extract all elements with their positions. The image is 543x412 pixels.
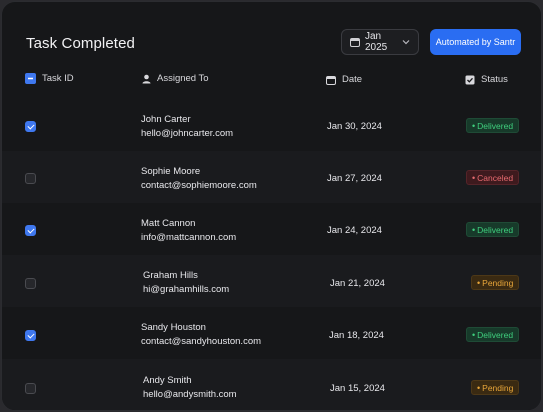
status-badge-label: Canceled: [477, 172, 514, 183]
task-table-card: Task Completed Jan 2025 Automated by San…: [1, 1, 542, 411]
column-date[interactable]: Date: [326, 74, 362, 85]
row-checkbox[interactable]: [25, 278, 36, 289]
column-task-id-label: Task ID: [42, 73, 74, 84]
assignee-name: Graham Hills: [143, 270, 198, 281]
month-select[interactable]: Jan 2025: [341, 29, 419, 55]
table-row[interactable]: Matt Cannon info@mattcannon.com Jan 24, …: [2, 203, 541, 255]
task-date: Jan 15, 2024: [330, 383, 385, 394]
task-date: Jan 18, 2024: [329, 330, 384, 341]
task-date: Jan 30, 2024: [327, 121, 382, 132]
column-date-label: Date: [342, 74, 363, 85]
assignee-name: Andy Smith: [143, 375, 192, 386]
row-checkbox[interactable]: [25, 121, 36, 132]
status-badge-label: Delivered: [477, 120, 514, 131]
task-date: Jan 24, 2024: [327, 225, 382, 236]
column-assigned-to-label: Assigned To: [157, 73, 209, 84]
column-assigned-to[interactable]: Assigned To: [141, 73, 209, 84]
status-badge: • Pending: [471, 380, 520, 395]
status-badge: • Delivered: [466, 118, 520, 133]
column-task-id[interactable]: Task ID: [25, 73, 74, 84]
calendar-icon: [326, 75, 336, 85]
status-badge-label: Pending: [482, 277, 514, 288]
table-row[interactable]: Andy Smith hello@andysmith.com Jan 15, 2…: [2, 359, 541, 410]
status-badge-label: Delivered: [477, 224, 514, 235]
calendar-icon: [350, 37, 360, 47]
select-all-checkbox[interactable]: [25, 73, 36, 84]
user-icon: [141, 74, 151, 84]
row-checkbox[interactable]: [25, 383, 36, 394]
row-checkbox[interactable]: [25, 330, 36, 341]
row-checkbox[interactable]: [25, 225, 36, 236]
assignee-email: hi@grahamhills.com: [143, 284, 230, 295]
assignee-email: contact@sophiemoore.com: [141, 180, 257, 191]
table-row[interactable]: Graham Hills hi@grahamhills.com Jan 21, …: [2, 255, 541, 307]
assignee-email: hello@johncarter.com: [141, 128, 234, 139]
row-checkbox[interactable]: [25, 173, 36, 184]
status-badge: • Canceled: [466, 170, 520, 185]
column-status-label: Status: [481, 74, 508, 85]
check-square-icon: [465, 75, 475, 85]
assignee-email: contact@sandyhouston.com: [141, 336, 262, 347]
assignee-name: Matt Cannon: [141, 218, 196, 229]
status-badge-label: Delivered: [477, 329, 514, 340]
status-badge-label: Pending: [482, 382, 514, 393]
month-select-label: Jan 2025: [365, 31, 388, 53]
column-status[interactable]: Status: [465, 74, 508, 85]
automated-button[interactable]: Automated by Santr: [430, 29, 521, 55]
page-title: Task Completed: [26, 35, 135, 52]
table-row[interactable]: John Carter hello@johncarter.com Jan 30,…: [2, 99, 541, 151]
status-badge: • Delivered: [466, 222, 520, 237]
chevron-down-icon: [402, 37, 410, 47]
task-date: Jan 21, 2024: [330, 278, 385, 289]
table-row[interactable]: Sandy Houston contact@sandyhouston.com J…: [2, 307, 541, 359]
assignee-email: hello@andysmith.com: [143, 389, 237, 400]
assignee-name: Sophie Moore: [141, 166, 201, 177]
status-badge: • Delivered: [466, 327, 520, 342]
status-badge: • Pending: [471, 275, 520, 290]
assignee-name: John Carter: [141, 114, 191, 125]
task-date: Jan 27, 2024: [327, 173, 382, 184]
assignee-email: info@mattcannon.com: [141, 232, 237, 243]
assignee-name: Sandy Houston: [141, 322, 206, 333]
table-row[interactable]: Sophie Moore contact@sophiemoore.com Jan…: [2, 151, 541, 203]
